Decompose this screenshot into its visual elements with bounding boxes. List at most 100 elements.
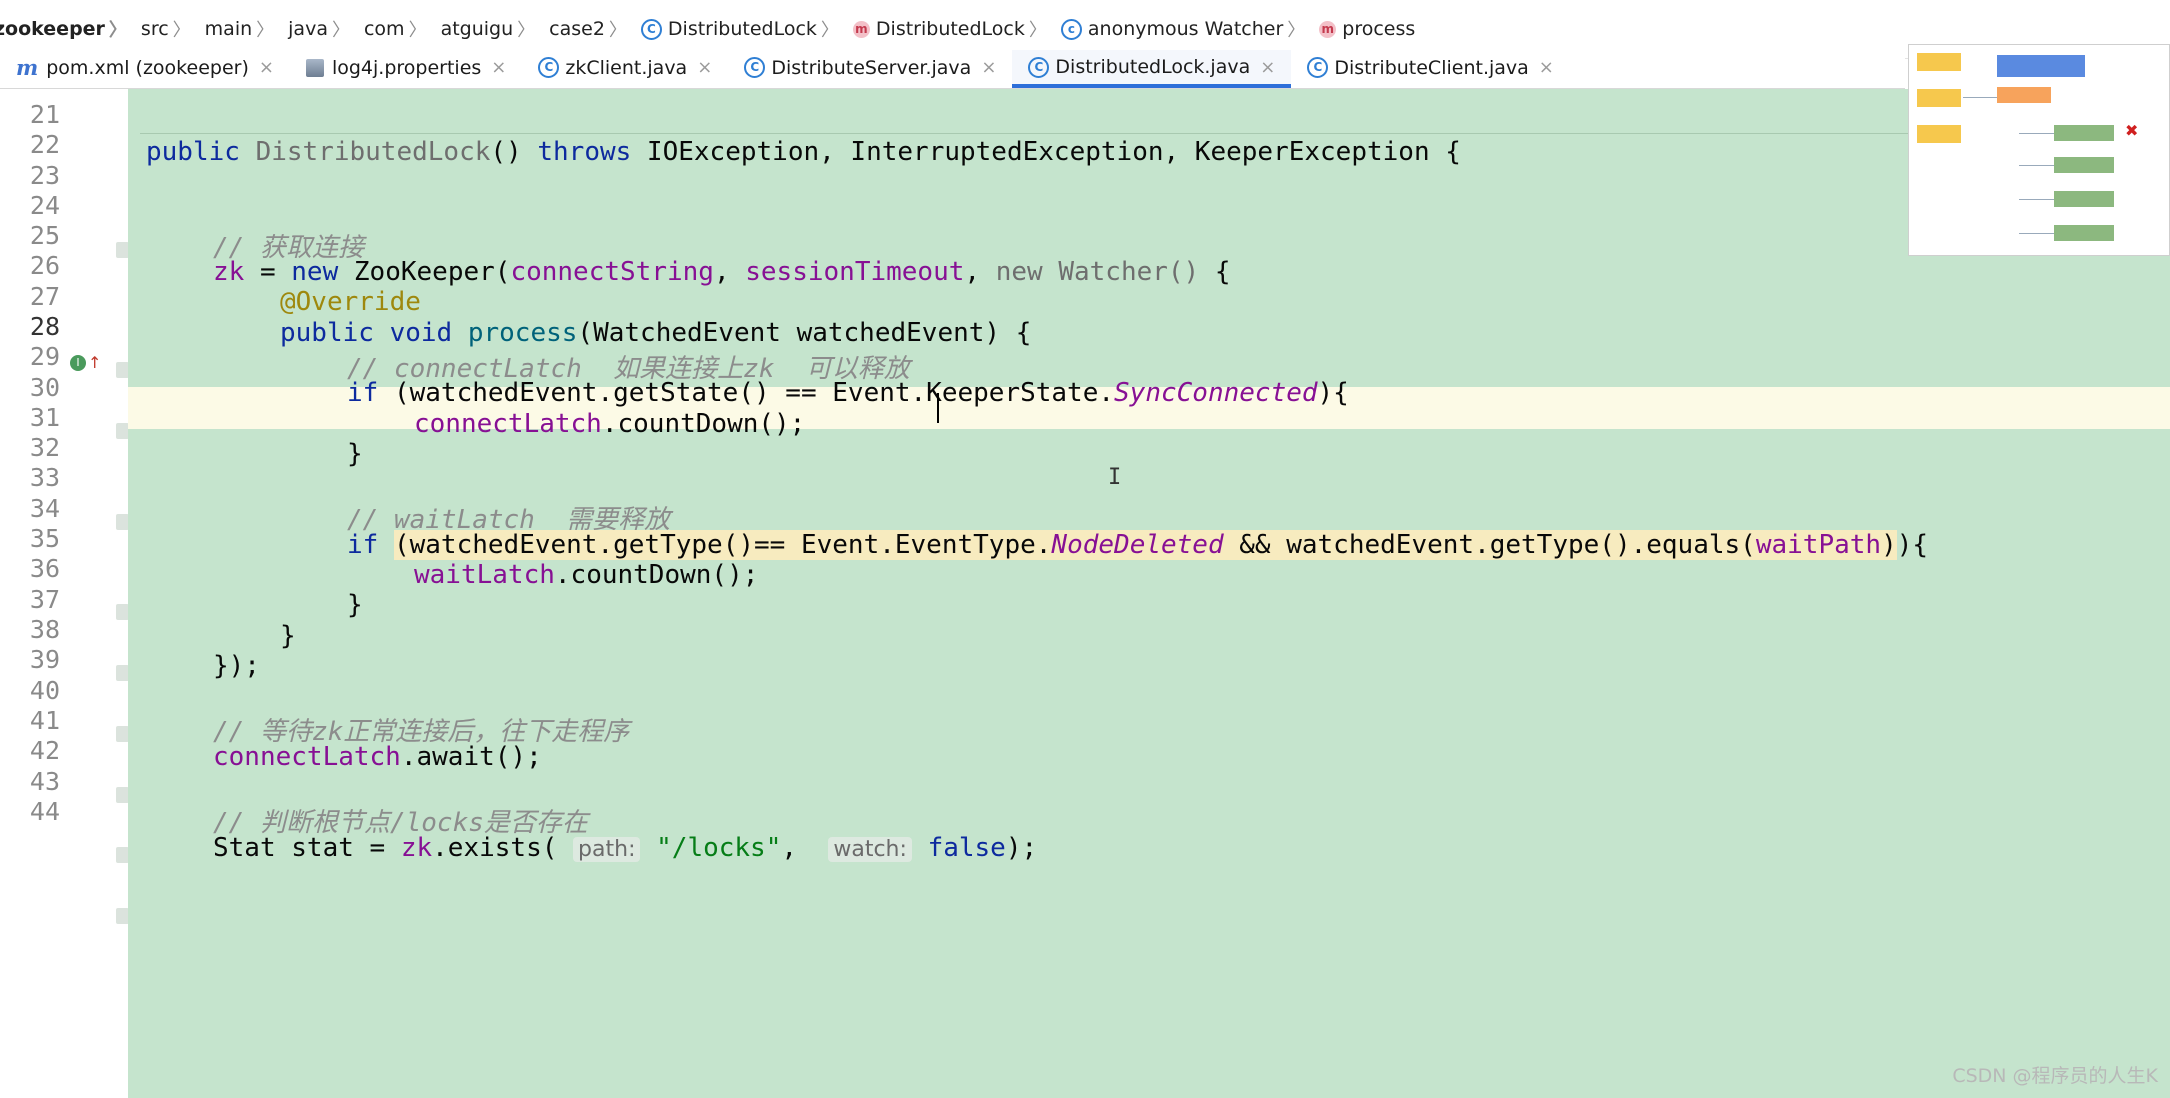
line-number: 36: [29, 554, 60, 583]
chevron-right-icon: 〉: [820, 20, 839, 41]
parameter-hint: watch:: [828, 837, 912, 862]
tab-label: log4j.properties: [331, 56, 482, 79]
breadcrumb-project-label: zookeeper: [0, 18, 105, 40]
chevron-right-icon: 〉: [1028, 20, 1047, 41]
close-icon[interactable]: ×: [1260, 57, 1275, 78]
code-line-36: }: [347, 590, 363, 620]
code-line-31: }: [347, 439, 363, 469]
tab-zkclient[interactable]: CzkClient.java ×: [522, 50, 728, 88]
line-number: 30: [29, 373, 60, 402]
method-separator: [140, 133, 2170, 134]
tab-distributedlock[interactable]: C DistributedLock.java ×: [1012, 50, 1292, 88]
code-line-44: Stat stat = zk.exists( path: "/locks", w…: [213, 833, 1038, 863]
chevron-right-icon: 〉: [1287, 20, 1306, 41]
line-number: 24: [29, 191, 60, 220]
diagram-node: [1917, 53, 1961, 71]
diagram-node: [2054, 225, 2114, 241]
code-editor[interactable]: public DistributedLock() throws IOExcept…: [128, 89, 2170, 1098]
code-line-30: connectLatch.countDown();: [414, 409, 806, 439]
diagram-node: [2054, 125, 2114, 141]
breadcrumb-item-class[interactable]: C DistributedLock 〉: [633, 16, 845, 42]
breadcrumb-project[interactable]: zookeeper 〉: [0, 16, 133, 42]
line-number: 43: [29, 767, 60, 796]
breadcrumb-label: src: [140, 18, 169, 40]
watermark: CSDN @程序员的人生K: [1952, 1065, 2158, 1087]
tab-distributeclient[interactable]: C DistributeClient.java ×: [1291, 50, 1570, 88]
method-icon: m: [852, 20, 870, 38]
breadcrumb-item-main[interactable]: main 〉: [197, 16, 280, 42]
diagram-edge: [2019, 133, 2054, 134]
line-number: 25: [29, 221, 60, 250]
breadcrumb-item-atguigu[interactable]: atguigu 〉: [433, 16, 542, 42]
string-literal: "/locks": [656, 833, 782, 863]
breadcrumb-label: case2: [549, 18, 605, 40]
tab-log4j-properties[interactable]: log4j.properties ×: [290, 50, 522, 88]
class-icon: C: [744, 57, 766, 78]
line-number: 32: [29, 433, 60, 462]
code-line-26: @Override: [280, 287, 421, 317]
breadcrumb-label: DistributedLock: [875, 18, 1025, 40]
breadcrumb-label: process: [1342, 18, 1416, 40]
red-x-icon: ✖: [2125, 121, 2139, 140]
up-arrow-icon[interactable]: ↑: [88, 353, 101, 372]
code-line-41: connectLatch.await();: [213, 742, 542, 772]
class-icon: C: [1028, 56, 1050, 78]
line-number-current: 28: [29, 312, 60, 341]
chevron-right-icon: 〉: [608, 20, 627, 41]
diagram-edge: [2019, 199, 2054, 200]
chevron-right-icon: 〉: [331, 20, 350, 41]
editor-gutter[interactable]: 21 22 23 24 25 26 27 28 29 30 31 32 33 3…: [0, 89, 129, 1098]
text-caret: [937, 393, 939, 423]
diagram-edge: [1963, 97, 1997, 98]
chevron-right-icon: 〉: [408, 20, 427, 41]
code-line-37: }: [280, 621, 296, 651]
tab-label: DistributeServer.java: [771, 56, 972, 79]
diagram-edge: [2019, 165, 2054, 166]
close-icon[interactable]: ×: [981, 57, 996, 78]
properties-icon: [305, 58, 324, 77]
breadcrumb-item-constructor[interactable]: m DistributedLock 〉: [845, 16, 1053, 42]
line-number: 42: [29, 736, 60, 765]
close-icon[interactable]: ×: [697, 57, 712, 78]
chevron-right-icon: 〉: [108, 20, 127, 41]
breadcrumb-item-case2[interactable]: case2 〉: [541, 16, 633, 42]
code-line-27: public void process(WatchedEvent watched…: [280, 318, 1032, 348]
line-number: 40: [29, 676, 60, 705]
line-number: 34: [29, 494, 60, 523]
breadcrumb-label: atguigu: [440, 18, 514, 40]
breadcrumb-item-java[interactable]: java 〉: [280, 16, 356, 42]
diagram-node: [1917, 89, 1961, 107]
diagram-node: [2054, 157, 2114, 173]
tab-distributeserver[interactable]: C DistributeServer.java ×: [728, 50, 1012, 88]
line-number: 29: [29, 342, 60, 371]
chevron-right-icon: 〉: [517, 20, 536, 41]
breadcrumb-label: com: [363, 18, 405, 40]
override-marker-icon[interactable]: I: [70, 355, 86, 371]
code-line-34: if (watchedEvent.getType()== Event.Event…: [347, 530, 1929, 560]
class-icon: C: [1307, 57, 1329, 78]
code-line-35: waitLatch.countDown();: [414, 560, 759, 590]
close-icon[interactable]: ×: [259, 57, 274, 78]
code-line-38: });: [213, 651, 260, 681]
breadcrumb-item-method[interactable]: m process: [1311, 18, 1421, 40]
diagram-edge: [2019, 233, 2054, 234]
diagram-node: [1997, 55, 2085, 77]
line-number: 22: [29, 130, 60, 159]
tab-label: zkClient.java: [565, 56, 688, 79]
breadcrumb-item-src[interactable]: src 〉: [133, 16, 197, 42]
line-number: 26: [29, 251, 60, 280]
breadcrumb-item-com[interactable]: com 〉: [356, 16, 433, 42]
close-icon[interactable]: ×: [1539, 57, 1554, 78]
tab-pom-xml[interactable]: m pom.xml (zookeeper) ×: [0, 50, 290, 88]
line-number: 35: [29, 524, 60, 553]
diagram-node: [1917, 125, 1961, 143]
code-line-25: zk = new ZooKeeper(connectString, sessio…: [213, 257, 1231, 287]
mouse-ibeam-icon: I: [1108, 465, 1122, 490]
breadcrumb-label: main: [204, 18, 253, 40]
line-number: 39: [29, 645, 60, 674]
parameter-hint: path:: [573, 837, 641, 862]
diagram-thumbnail[interactable]: ✖: [1908, 44, 2170, 256]
close-icon[interactable]: ×: [491, 57, 506, 78]
class-icon: C: [538, 57, 560, 78]
breadcrumb-item-anonymous[interactable]: c anonymous Watcher 〉: [1053, 16, 1311, 42]
